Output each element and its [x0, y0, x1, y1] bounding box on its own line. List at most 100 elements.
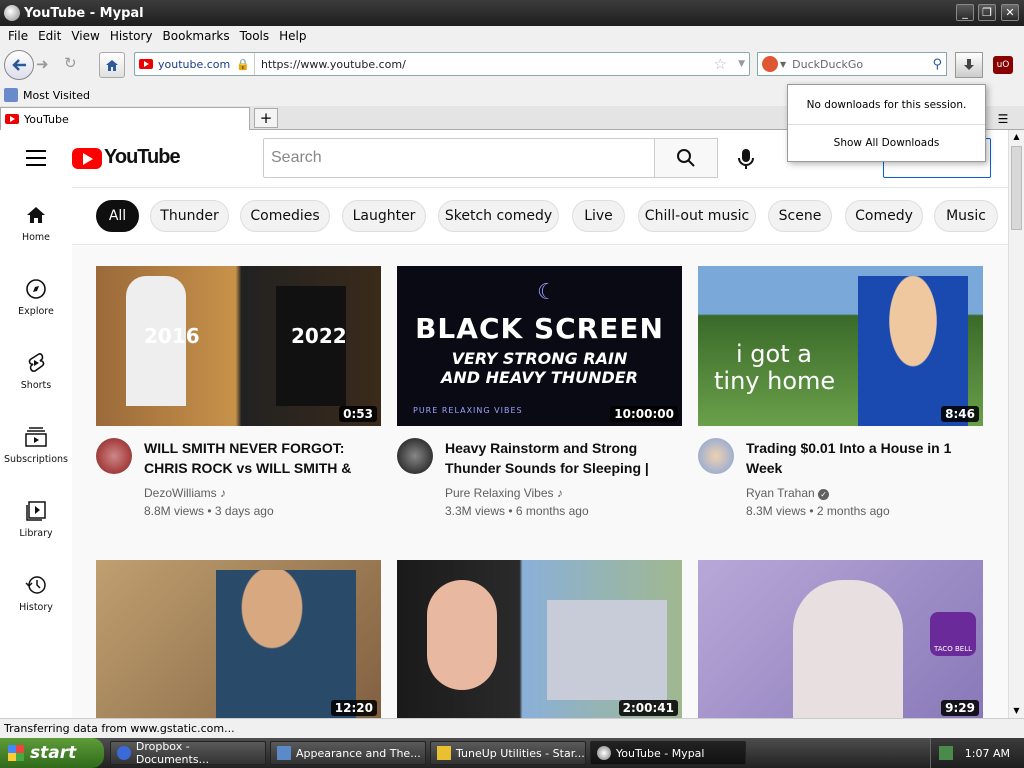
taskbar-item-dropbox[interactable]: Dropbox - Documents... — [110, 740, 266, 766]
dropdown-arrow-icon[interactable]: ▼ — [738, 59, 745, 69]
thumbnail-house — [547, 600, 667, 700]
video-thumbnail[interactable]: TACO BELL 9:29 — [698, 560, 983, 718]
youtube-search-input[interactable]: Search — [263, 138, 655, 178]
home-button[interactable] — [99, 52, 125, 78]
url-text[interactable]: https://www.youtube.com/ — [261, 58, 406, 71]
sidebar-item-history[interactable]: History — [0, 560, 72, 630]
maximize-button[interactable]: ❐ — [978, 4, 996, 21]
menu-tools[interactable]: Tools — [235, 29, 275, 43]
chip-comedies[interactable]: Comedies — [240, 200, 330, 232]
chip-scene[interactable]: Scene — [768, 200, 832, 232]
video-thumbnail[interactable]: 12:20 — [96, 560, 381, 718]
taskbar-item-appearance[interactable]: Appearance and The... — [270, 741, 426, 765]
sidebar-item-subscriptions[interactable]: Subscriptions — [0, 412, 72, 482]
control-panel-icon — [277, 746, 291, 760]
history-icon — [25, 574, 47, 596]
most-visited-link[interactable]: Most Visited — [23, 89, 90, 102]
video-duration: 2:00:41 — [618, 700, 678, 716]
chip-all[interactable]: All — [96, 200, 139, 232]
taskbar-item-tuneup[interactable]: TuneUp Utilities - Star... — [430, 741, 586, 765]
menu-history[interactable]: History — [105, 29, 158, 43]
video-title[interactable]: Trading $0.01 Into a House in 1 Week — [746, 438, 981, 478]
microphone-icon[interactable] — [736, 148, 756, 170]
close-button[interactable]: ✕ — [1001, 4, 1019, 21]
site-domain: youtube.com — [158, 57, 231, 71]
scroll-up-icon[interactable]: ▲ — [1009, 130, 1024, 144]
tab-label: YouTube — [24, 112, 69, 126]
channel-name[interactable]: Ryan Trahan ✓ — [746, 486, 830, 500]
system-tray: 1:07 AM — [930, 738, 1024, 768]
menu-file[interactable]: File — [3, 29, 33, 43]
channel-name[interactable]: DezoWilliams ♪ — [144, 486, 226, 500]
chip-thunder[interactable]: Thunder — [150, 200, 229, 232]
thumbnail-text: 2022 — [291, 324, 347, 348]
chip-live[interactable]: Live — [572, 200, 625, 232]
chip-comedy[interactable]: Comedy — [845, 200, 923, 232]
youtube-logo-icon[interactable] — [72, 148, 102, 169]
youtube-favicon-icon — [139, 59, 153, 69]
ublock-icon[interactable]: uO — [993, 56, 1013, 74]
channel-name[interactable]: Pure Relaxing Vibes ♪ — [445, 486, 563, 500]
vertical-scrollbar[interactable]: ▲ ▼ — [1008, 130, 1024, 718]
taskbar-item-youtube-mypal[interactable]: YouTube - Mypal — [590, 741, 746, 765]
menu-edit[interactable]: Edit — [33, 29, 66, 43]
menu-hamburger-icon[interactable] — [26, 150, 46, 166]
start-button[interactable]: start — [0, 738, 104, 768]
url-bar[interactable]: youtube.com 🔒 https://www.youtube.com/ ☆… — [134, 52, 750, 76]
tab-favicon-icon — [5, 114, 19, 124]
status-bar: Transferring data from www.gstatic.com..… — [0, 718, 1024, 738]
menu-view[interactable]: View — [66, 29, 104, 43]
video-meta: 8.3M views • 2 months ago — [746, 504, 890, 518]
network-icon[interactable] — [938, 746, 953, 760]
channel-avatar[interactable] — [96, 438, 132, 474]
reload-icon[interactable]: ↻ — [64, 54, 84, 74]
sidebar-item-home[interactable]: Home — [0, 190, 72, 260]
video-grid: 2016 2022 0:53 WILL SMITH NEVER FORGOT: C… — [72, 246, 1008, 718]
forward-button[interactable]: ➜ — [36, 55, 56, 75]
browser-icon — [117, 746, 131, 760]
menu-help[interactable]: Help — [274, 29, 311, 43]
sidebar-item-library[interactable]: Library — [0, 486, 72, 556]
home-icon — [106, 59, 118, 71]
tab-list-icon[interactable]: ☰ — [993, 112, 1013, 126]
sidebar-item-explore[interactable]: Explore — [0, 264, 72, 334]
clock[interactable]: 1:07 AM — [965, 747, 1010, 760]
new-tab-button[interactable]: + — [254, 108, 278, 128]
channel-avatar[interactable] — [397, 438, 433, 474]
sidebar-item-shorts[interactable]: Shorts — [0, 338, 72, 408]
music-note-icon: ♪ — [556, 486, 563, 500]
bookmark-star-icon[interactable]: ☆ — [714, 55, 727, 73]
search-icon[interactable]: ⚲ — [932, 57, 942, 72]
chip-sketch-comedy[interactable]: Sketch comedy — [438, 200, 559, 232]
engine-dropdown-icon[interactable]: ▼ — [780, 60, 786, 69]
chip-chill-out-music[interactable]: Chill-out music — [638, 200, 756, 232]
back-button[interactable] — [4, 50, 34, 80]
downloads-button[interactable] — [955, 52, 983, 78]
download-arrow-icon — [964, 59, 974, 70]
chip-laughter[interactable]: Laughter — [342, 200, 426, 232]
youtube-search-button[interactable] — [654, 138, 718, 178]
video-thumbnail[interactable]: 2:00:41 — [397, 560, 682, 718]
thumbnail-text: PURE RELAXING VIBES — [413, 406, 523, 415]
menu-bookmarks[interactable]: Bookmarks — [158, 29, 235, 43]
minimize-button[interactable]: _ — [956, 4, 974, 21]
scroll-down-icon[interactable]: ▼ — [1009, 704, 1024, 718]
video-thumbnail[interactable]: ☾ BLACK SCREEN VERY STRONG RAIN AND HEAV… — [397, 266, 682, 426]
video-title[interactable]: Heavy Rainstorm and Strong Thunder Sounds… — [445, 438, 680, 478]
lock-icon: 🔒 — [236, 57, 250, 71]
channel-avatar[interactable] — [698, 438, 734, 474]
search-box[interactable]: ▼ DuckDuckGo ⚲ — [757, 52, 947, 76]
scroll-thumb[interactable] — [1011, 146, 1022, 230]
tab-youtube[interactable]: YouTube — [0, 107, 250, 130]
back-arrow-icon — [12, 59, 26, 71]
video-title[interactable]: WILL SMITH NEVER FORGOT: CHRIS ROCK vs WI… — [144, 438, 379, 478]
mypal-logo-icon — [4, 5, 20, 21]
video-thumbnail[interactable]: i got a tiny home 8:46 — [698, 266, 983, 426]
video-thumbnail[interactable]: 2016 2022 0:53 — [96, 266, 381, 426]
shorts-icon — [25, 352, 47, 374]
show-all-downloads-button[interactable]: Show All Downloads — [788, 125, 985, 161]
window-title: YouTube - Mypal — [24, 5, 144, 21]
site-identity[interactable]: youtube.com 🔒 — [135, 53, 255, 75]
youtube-logo-text[interactable]: YouTube — [104, 146, 181, 169]
chip-music[interactable]: Music — [934, 200, 998, 232]
